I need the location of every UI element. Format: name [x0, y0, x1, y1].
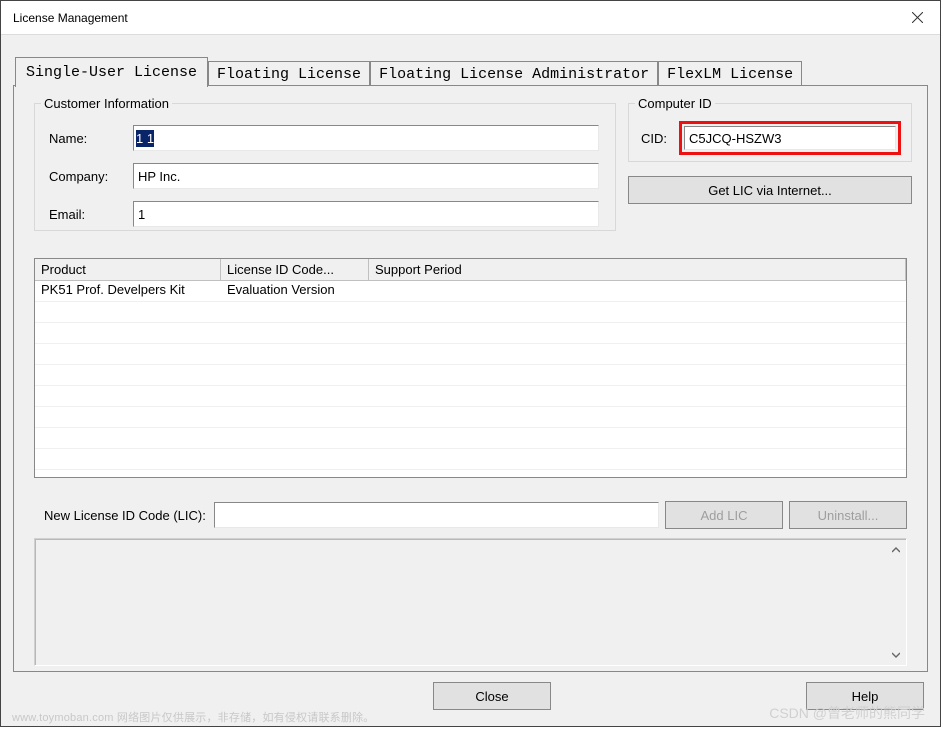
- watermark-left: www.toymoban.com 网络图片仅供展示，非存储，如有侵权请联系删除。: [12, 709, 374, 725]
- new-lic-field[interactable]: [214, 502, 659, 528]
- table-row: [35, 323, 906, 344]
- cell-support: [369, 281, 906, 301]
- label-cid: CID:: [641, 131, 679, 146]
- tab-flexlm[interactable]: FlexLM License: [658, 61, 802, 86]
- new-lic-row: New License ID Code (LIC): Add LIC Unins…: [44, 500, 907, 530]
- table-row: [35, 407, 906, 428]
- tab-strip: Single-User License Floating License Flo…: [15, 57, 802, 86]
- message-panel: [34, 538, 907, 666]
- product-grid[interactable]: Product License ID Code... Support Perio…: [34, 258, 907, 478]
- table-row: [35, 428, 906, 449]
- grid-header: Product License ID Code... Support Perio…: [35, 259, 906, 281]
- table-row: [35, 344, 906, 365]
- close-button[interactable]: Close: [433, 682, 551, 710]
- tab-panel: Customer Information Name: 1 1 Company: …: [13, 85, 928, 672]
- col-lic[interactable]: License ID Code...: [221, 259, 369, 280]
- label-name: Name:: [49, 131, 133, 146]
- group-customer-info: Customer Information Name: 1 1 Company: …: [34, 96, 616, 231]
- email-field[interactable]: [133, 201, 599, 227]
- cell-product: PK51 Prof. Develpers Kit: [35, 281, 221, 301]
- label-email: Email:: [49, 207, 133, 222]
- titlebar: License Management: [1, 1, 940, 35]
- tab-floating-admin[interactable]: Floating License Administrator: [370, 61, 658, 86]
- name-field[interactable]: 1 1: [133, 125, 599, 151]
- cid-field[interactable]: [684, 126, 896, 150]
- table-row[interactable]: PK51 Prof. Develpers Kit Evaluation Vers…: [35, 281, 906, 302]
- close-icon[interactable]: [894, 1, 940, 34]
- label-new-lic: New License ID Code (LIC):: [44, 508, 206, 523]
- tab-single-user[interactable]: Single-User License: [15, 57, 208, 87]
- col-support[interactable]: Support Period: [369, 259, 906, 280]
- scroll-down-icon[interactable]: [887, 646, 904, 663]
- name-value-selected: 1 1: [136, 130, 154, 147]
- legend-computer: Computer ID: [635, 96, 715, 111]
- watermark-right: CSDN @曾老师的熊同学: [769, 703, 925, 723]
- legend-customer: Customer Information: [41, 96, 172, 111]
- table-row: [35, 386, 906, 407]
- tab-floating[interactable]: Floating License: [208, 61, 370, 86]
- add-lic-button[interactable]: Add LIC: [665, 501, 783, 529]
- cell-lic: Evaluation Version: [221, 281, 369, 301]
- company-field[interactable]: [133, 163, 599, 189]
- grid-body: PK51 Prof. Develpers Kit Evaluation Vers…: [35, 281, 906, 477]
- label-company: Company:: [49, 169, 133, 184]
- window-title: License Management: [13, 11, 128, 25]
- get-lic-button[interactable]: Get LIC via Internet...: [628, 176, 912, 204]
- table-row: [35, 365, 906, 386]
- col-product[interactable]: Product: [35, 259, 221, 280]
- table-row: [35, 449, 906, 470]
- uninstall-button[interactable]: Uninstall...: [789, 501, 907, 529]
- client-area: Single-User License Floating License Flo…: [1, 35, 940, 726]
- window: License Management Single-User License F…: [0, 0, 941, 727]
- scroll-up-icon[interactable]: [887, 541, 904, 558]
- table-row: [35, 302, 906, 323]
- cid-highlight-box: [679, 121, 901, 155]
- group-computer-id: Computer ID CID:: [628, 96, 912, 162]
